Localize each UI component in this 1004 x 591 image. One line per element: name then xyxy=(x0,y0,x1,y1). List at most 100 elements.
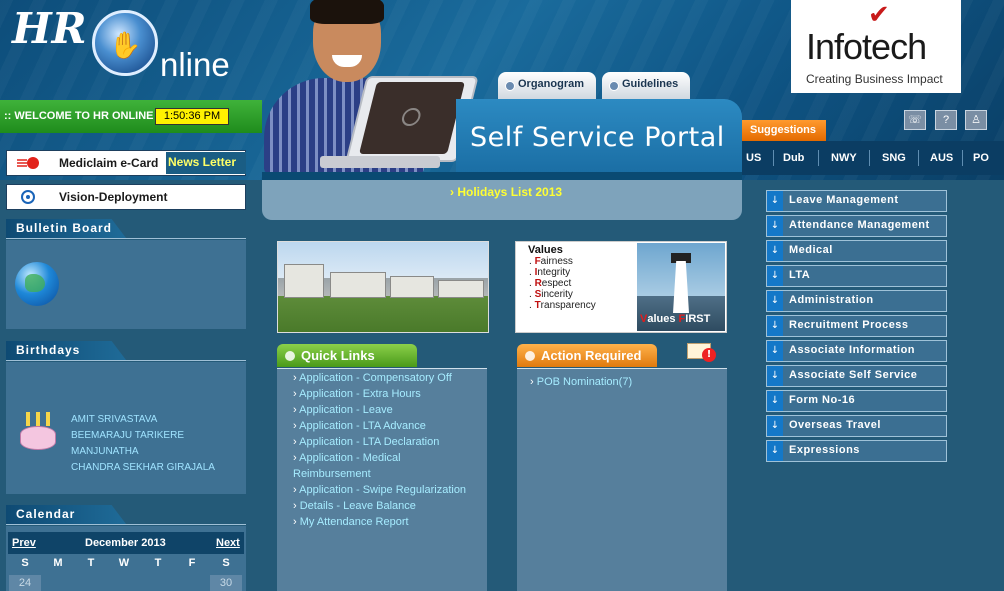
calendar-next-link[interactable]: Next xyxy=(216,537,240,549)
quick-link[interactable]: Application - Extra Hours xyxy=(293,388,421,400)
menu-leave-management[interactable]: ↓ Leave Management xyxy=(766,190,947,212)
campus-building-photo xyxy=(277,241,489,333)
value-item: . Fairness xyxy=(529,256,573,267)
quick-link[interactable]: Application - Medical xyxy=(293,452,401,464)
arrow-down-icon: ↓ xyxy=(767,441,783,461)
values-title: Values xyxy=(528,244,563,256)
birthday-name[interactable]: CHANDRA SEKHAR GIRAJALA xyxy=(71,462,215,473)
city-us[interactable]: US xyxy=(746,152,761,164)
tab-organogram[interactable]: Organogram xyxy=(498,72,596,100)
logo-globe-icon: ✋ xyxy=(92,10,158,76)
value-item: . Integrity xyxy=(529,267,571,278)
arrow-down-icon: ↓ xyxy=(767,366,783,386)
company-tagline: Creating Business Impact xyxy=(806,72,943,86)
bulletin-board-header: Bulletin Board xyxy=(6,219,246,241)
birthday-name[interactable]: MANJUNATHA xyxy=(71,446,139,457)
quick-links-title: Quick Links xyxy=(301,348,375,363)
action-required-header: Action Required xyxy=(517,344,657,367)
menu-expressions[interactable]: ↓ Expressions xyxy=(766,440,947,462)
quick-link[interactable]: Application - LTA Advance xyxy=(293,420,426,432)
quick-link[interactable]: Details - Leave Balance xyxy=(293,500,416,512)
suggestions-tab[interactable]: Suggestions xyxy=(742,120,826,141)
calendar-prev-link[interactable]: Prev xyxy=(12,537,36,549)
quick-link-continuation[interactable]: Reimbursement xyxy=(293,468,371,480)
calendar-day[interactable]: 24 xyxy=(9,575,41,591)
quick-link[interactable]: Application - Compensatory Off xyxy=(293,372,452,384)
menu-lta[interactable]: ↓ LTA xyxy=(766,265,947,287)
city-separator xyxy=(918,150,919,166)
tab-organogram-label: Organogram xyxy=(518,78,585,90)
action-required-title: Action Required xyxy=(541,348,642,363)
city-sng[interactable]: SNG xyxy=(882,152,906,164)
calendar-dow: F xyxy=(188,557,196,569)
menu-attendance-management[interactable]: ↓ Attendance Management xyxy=(766,215,947,237)
calendar-title: Calendar xyxy=(6,505,126,524)
birthday-name[interactable]: AMIT SRIVASTAVA xyxy=(71,414,157,425)
portal-title: Self Service Portal xyxy=(470,122,725,153)
logo-hr-text: HR xyxy=(12,4,87,53)
calendar-dow: S xyxy=(21,557,29,569)
quick-links-header: Quick Links xyxy=(277,344,417,367)
arrow-down-icon: ↓ xyxy=(767,191,783,211)
logo-online-text: nline xyxy=(160,46,230,83)
arrow-down-icon: ↓ xyxy=(767,241,783,261)
quick-link[interactable]: Application - Swipe Regularization xyxy=(293,484,466,496)
calendar-dow: T xyxy=(154,557,162,569)
newsletter-link[interactable]: News Letter xyxy=(166,152,246,174)
calendar-month: December 2013 xyxy=(85,537,166,549)
calendar-dow: W xyxy=(118,557,130,569)
menu-overseas-travel[interactable]: ↓ Overseas Travel xyxy=(766,415,947,437)
help-icon[interactable]: ? xyxy=(935,110,957,130)
birthday-name[interactable]: BEEMARAJU TARIKERE xyxy=(71,430,184,441)
vision-deployment-link[interactable]: Vision-Deployment xyxy=(6,184,246,210)
arrow-down-icon: ↓ xyxy=(767,266,783,286)
arrow-down-icon: ↓ xyxy=(767,316,783,336)
calendar-dow: S xyxy=(222,557,230,569)
quick-links-bullet-icon xyxy=(285,351,295,361)
arrow-down-icon: ↓ xyxy=(767,291,783,311)
city-dub[interactable]: Dub xyxy=(783,152,804,164)
menu-recruitment-process[interactable]: ↓ Recruitment Process xyxy=(766,315,947,337)
values-first-badge: Values FIRST xyxy=(640,313,711,325)
calendar-day[interactable]: 30 xyxy=(210,575,242,591)
tab-bullet-icon xyxy=(609,81,619,91)
pob-nomination-link[interactable]: POB Nomination(7) xyxy=(530,376,632,388)
user-icon[interactable]: ♙ xyxy=(965,110,987,130)
city-bar xyxy=(742,141,1004,175)
header-divider xyxy=(262,172,742,180)
company-name: Infotech xyxy=(806,26,927,67)
vision-deployment-label: Vision-Deployment xyxy=(59,190,168,204)
menu-medical[interactable]: ↓ Medical xyxy=(766,240,947,262)
arrow-down-icon: ↓ xyxy=(767,391,783,411)
city-aus[interactable]: AUS xyxy=(930,152,953,164)
city-separator xyxy=(773,150,774,166)
calendar-header: Calendar xyxy=(6,505,246,527)
calendar-dow: T xyxy=(87,557,95,569)
quick-link[interactable]: Application - Leave xyxy=(293,404,393,416)
city-nwy[interactable]: NWY xyxy=(831,152,857,164)
menu-administration[interactable]: ↓ Administration xyxy=(766,290,947,312)
mail-alert-icon[interactable] xyxy=(687,343,716,362)
menu-associate-self-service[interactable]: ↓ Associate Self Service xyxy=(766,365,947,387)
value-item: . Transparency xyxy=(529,300,596,311)
action-required-panel xyxy=(517,368,727,591)
menu-associate-information[interactable]: ↓ Associate Information xyxy=(766,340,947,362)
menu-form-no-16[interactable]: ↓ Form No-16 xyxy=(766,390,947,412)
quick-link[interactable]: Application - LTA Declaration xyxy=(293,436,439,448)
quick-link[interactable]: My Attendance Report xyxy=(293,516,409,528)
birthdays-header: Birthdays xyxy=(6,341,246,363)
holidays-link[interactable]: › Holidays List 2013 xyxy=(450,185,562,199)
bulletin-board-title: Bulletin Board xyxy=(6,219,126,238)
laptop-image xyxy=(320,76,479,172)
tab-guidelines[interactable]: Guidelines xyxy=(602,72,690,100)
tab-bullet-icon xyxy=(505,81,515,91)
arrow-down-icon: ↓ xyxy=(767,216,783,236)
tab-guidelines-label: Guidelines xyxy=(622,78,679,90)
vision-icon xyxy=(21,190,35,204)
arrow-down-icon: ↓ xyxy=(767,341,783,361)
city-po[interactable]: PO xyxy=(973,152,989,164)
city-separator xyxy=(818,150,819,166)
holidays-link-label: Holidays List 2013 xyxy=(457,185,563,199)
phone-icon[interactable]: ☏ xyxy=(904,110,926,130)
birthdays-title: Birthdays xyxy=(6,341,126,360)
